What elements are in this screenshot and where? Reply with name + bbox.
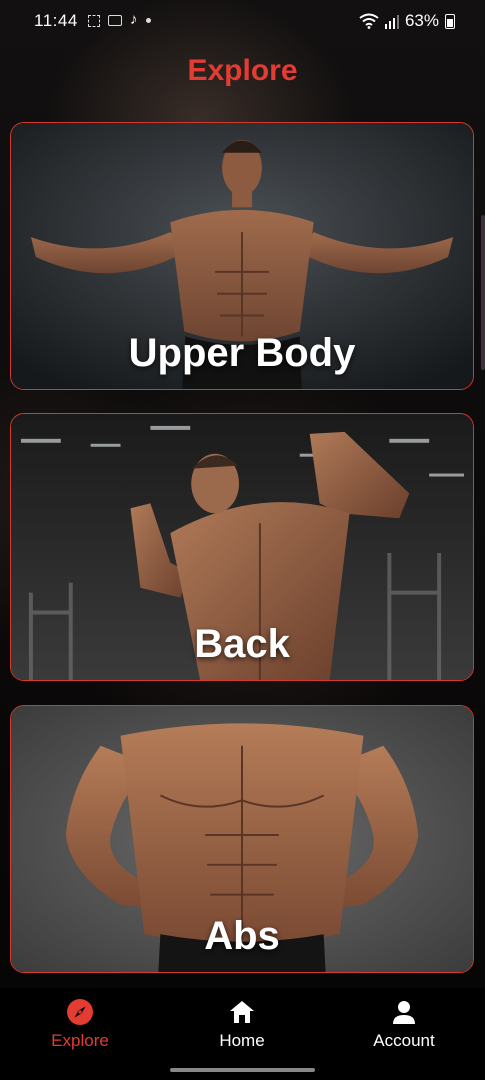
compass-icon <box>67 999 93 1025</box>
status-notification-icons: ♪ <box>88 11 151 28</box>
nav-label-account: Account <box>373 1031 435 1050</box>
battery-percent: 63% <box>404 11 439 30</box>
category-card-back[interactable]: Back <box>10 413 474 681</box>
person-icon <box>393 1001 415 1024</box>
home-indicator[interactable] <box>170 1068 315 1072</box>
wifi-icon <box>359 13 379 29</box>
status-system-icons: 63% <box>359 11 455 31</box>
screen-record-icon <box>108 15 122 26</box>
category-card-upper-body[interactable]: Upper Body <box>10 122 474 390</box>
home-icon <box>230 1001 254 1023</box>
status-time: 11:44 <box>34 11 78 30</box>
card-label-upper-body: Upper Body <box>128 331 356 375</box>
notification-dot-icon <box>145 18 151 23</box>
tiktok-icon: ♪ <box>130 11 138 28</box>
nav-item-account[interactable]: Account <box>334 998 474 1051</box>
category-card-abs[interactable]: Abs <box>10 705 474 973</box>
nav-item-explore[interactable]: Explore <box>10 998 150 1051</box>
explore-screen: 11:44 ♪ 63% Explore Upper Body Back Abs … <box>0 0 485 1080</box>
nav-item-home[interactable]: Home <box>172 998 312 1051</box>
card-label-back: Back <box>194 622 290 666</box>
card-label-abs: Abs <box>204 914 280 958</box>
signal-icon <box>384 14 399 29</box>
battery-icon <box>445 13 455 29</box>
nav-label-explore: Explore <box>51 1031 109 1050</box>
status-bar: 11:44 ♪ 63% <box>0 0 485 44</box>
page-title: Explore <box>187 54 298 87</box>
screenshot-icon <box>88 14 100 27</box>
scrollbar[interactable] <box>481 215 485 370</box>
nav-label-home: Home <box>219 1031 265 1050</box>
bottom-navigation: Explore Home Account <box>0 988 485 1080</box>
